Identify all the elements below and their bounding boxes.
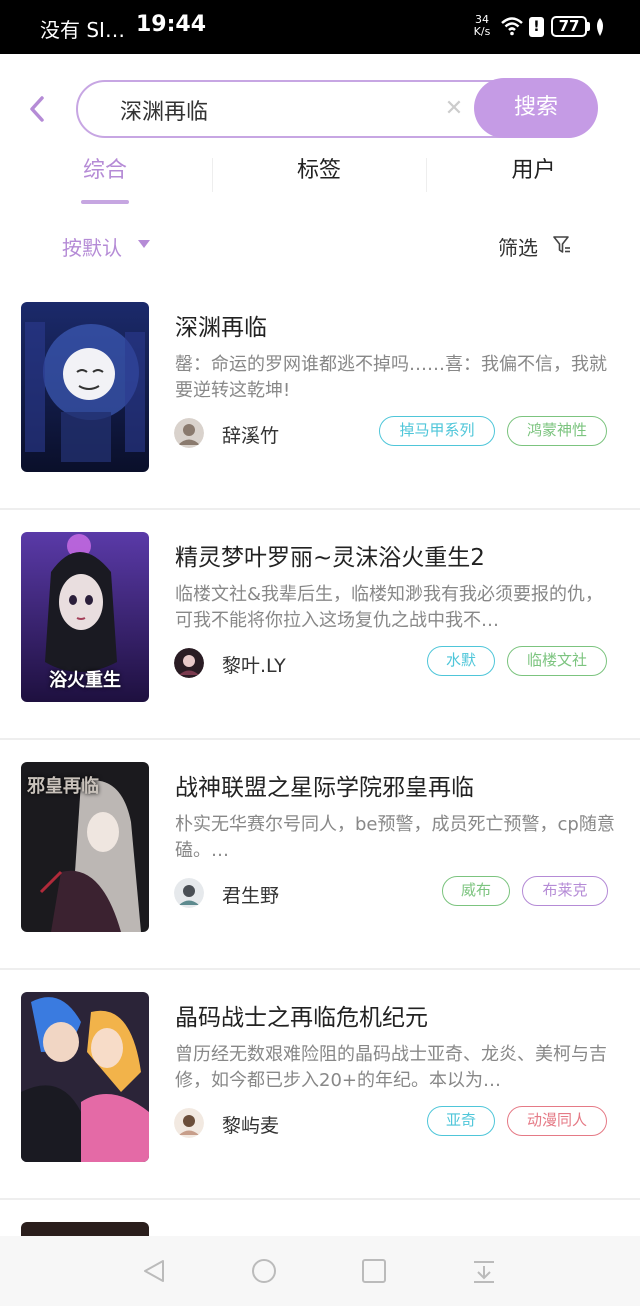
alert-icon: ! <box>529 17 544 37</box>
cover-art <box>21 302 149 472</box>
book-list-item[interactable]: 晶码战士之再临危机纪元 曾历经无数艰难险阻的晶码战士亚奇、龙炎、美柯与吉修，如今… <box>0 970 640 1200</box>
carrier-label: 没有 SI… <box>40 18 125 42</box>
tab-comprehensive[interactable]: 综合 <box>0 150 210 206</box>
book-cover[interactable]: 浴火重生 <box>21 532 149 702</box>
book-title[interactable]: 精灵梦叶罗丽~灵沫浴火重生2 <box>175 538 615 572</box>
network-speed-unit: K/s <box>473 25 491 38</box>
tag-chip[interactable]: 临楼文社 <box>507 646 607 676</box>
book-title[interactable]: 深渊再临 <box>175 308 615 342</box>
clear-icon[interactable]: ✕ <box>442 97 466 121</box>
book-description: 曾历经无数艰难险阻的晶码战士亚奇、龙炎、美柯与吉修，如今都已步入20+的年纪。本… <box>175 1044 607 1091</box>
cover-title: 邪皇再临 <box>27 776 99 797</box>
book-description: 罄：命运的罗网谁都逃不掉吗……喜：我偏不信，我就要逆转这乾坤! <box>175 354 607 401</box>
tag-chip[interactable]: 布莱克 <box>522 876 608 906</box>
book-cover[interactable] <box>21 992 149 1162</box>
tab-users[interactable]: 用户 <box>427 150 640 206</box>
book-list-item[interactable] <box>0 1200 640 1236</box>
back-nav-icon[interactable] <box>141 1258 167 1284</box>
search-input[interactable] <box>120 96 440 124</box>
recents-nav-icon[interactable] <box>361 1258 387 1284</box>
tag-chip[interactable]: 掉马甲系列 <box>379 416 495 446</box>
author-name[interactable]: 黎屿麦 <box>222 1111 279 1138</box>
book-description: 朴实无华赛尔号同人，be预警，成员死亡预警，cp随意磕。… <box>175 814 615 861</box>
book-cover[interactable]: 邪皇再临 <box>21 762 149 932</box>
author-avatar[interactable] <box>174 648 204 678</box>
book-list-item[interactable]: 邪皇再临 战神联盟之星际学院邪皇再临 朴实无华赛尔号同人，be预警，成员死亡预警… <box>0 740 640 970</box>
book-list-item[interactable]: 深渊再临 罄：命运的罗网谁都逃不掉吗……喜：我偏不信，我就要逆转这乾坤! 辞溪竹… <box>0 280 640 510</box>
tag-chip[interactable]: 动漫同人 <box>507 1106 607 1136</box>
caret-down-icon[interactable] <box>138 240 150 248</box>
battery-icon: 77 <box>551 16 587 37</box>
cover-title: 浴火重生 <box>49 670 121 691</box>
back-icon[interactable] <box>26 92 50 126</box>
tag-chip[interactable]: 水默 <box>427 646 495 676</box>
cover-art <box>21 992 149 1162</box>
result-tabs: 综合 标签 用户 <box>0 150 640 206</box>
author-avatar[interactable] <box>174 1108 204 1138</box>
system-nav-bar <box>0 1236 640 1306</box>
sort-dropdown[interactable]: 按默认 <box>62 232 122 261</box>
battery-tip <box>587 22 590 31</box>
search-button[interactable]: 搜索 <box>474 78 598 138</box>
book-cover[interactable] <box>21 302 149 472</box>
leaf-icon <box>597 18 603 36</box>
author-avatar[interactable] <box>174 878 204 908</box>
hide-nav-icon[interactable] <box>471 1258 497 1284</box>
book-list-item[interactable]: 浴火重生 精灵梦叶罗丽~灵沫浴火重生2 临楼文社&我辈后生，临楼知渺我有我必须要… <box>0 510 640 740</box>
tag-chip[interactable]: 威布 <box>442 876 510 906</box>
book-title[interactable]: 晶码战士之再临危机纪元 <box>175 998 615 1032</box>
author-name[interactable]: 黎叶.LY <box>222 651 286 678</box>
search-header: ✕ 搜索 <box>0 54 640 154</box>
network-speed: 34 K/s <box>470 14 494 38</box>
tab-tags[interactable]: 标签 <box>213 150 425 206</box>
book-cover[interactable] <box>21 1222 149 1236</box>
author-avatar[interactable] <box>174 418 204 448</box>
clock: 19:44 <box>136 12 207 37</box>
tag-chip[interactable]: 鸿蒙神性 <box>507 416 607 446</box>
wifi-icon <box>501 17 523 36</box>
author-name[interactable]: 辞溪竹 <box>222 421 279 448</box>
active-tab-indicator <box>81 200 129 204</box>
book-description: 临楼文社&我辈后生，临楼知渺我有我必须要报的仇，可我不能将你拉入这场复仇之战中我… <box>175 584 604 631</box>
author-name[interactable]: 君生野 <box>222 881 279 908</box>
status-bar: 没有 SI… 19:44 34 K/s ! 77 <box>0 0 640 54</box>
tag-chip[interactable]: 亚奇 <box>427 1106 495 1136</box>
book-title[interactable]: 战神联盟之星际学院邪皇再临 <box>175 768 615 802</box>
home-nav-icon[interactable] <box>251 1258 277 1284</box>
filter-button[interactable]: 筛选 <box>498 232 538 261</box>
filter-icon[interactable] <box>553 235 571 255</box>
sort-filter-row: 按默认 筛选 <box>0 222 640 270</box>
